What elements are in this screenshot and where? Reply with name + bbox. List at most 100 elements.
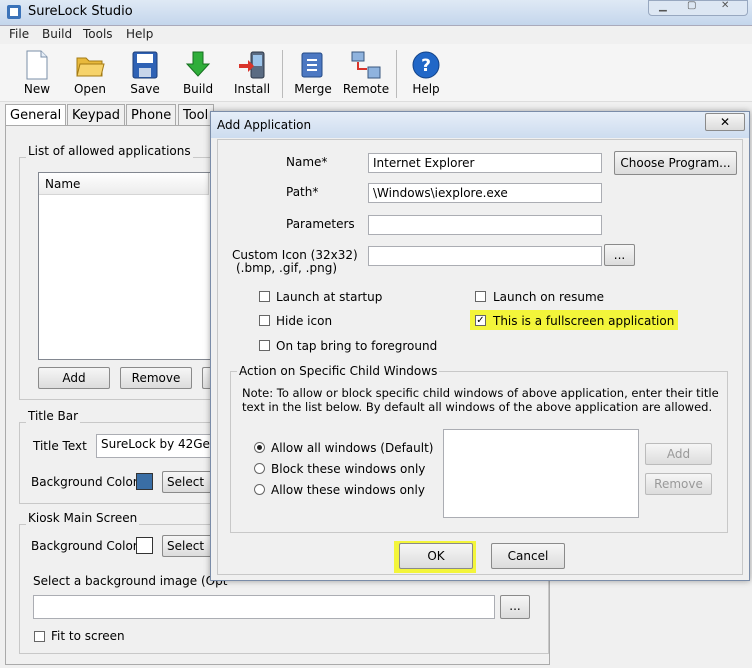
new-file-icon xyxy=(26,50,48,80)
svg-text:?: ? xyxy=(421,56,431,76)
parameters-label: Parameters xyxy=(286,217,355,231)
parameters-input[interactable] xyxy=(368,215,602,235)
save-label: Save xyxy=(130,82,160,96)
title-bg-color-label: Background Color xyxy=(31,475,138,489)
hide-icon-checkbox[interactable] xyxy=(259,315,270,326)
menu-build[interactable]: Build xyxy=(42,27,72,41)
kiosk-label: Kiosk Main Screen xyxy=(26,511,140,525)
kiosk-bg-color-swatch[interactable] xyxy=(136,537,153,554)
build-arrow-icon xyxy=(185,51,211,77)
fullscreen-checkbox[interactable]: ✓ xyxy=(475,315,486,326)
fit-to-screen-checkbox[interactable] xyxy=(34,631,45,642)
build-button[interactable]: Build xyxy=(173,46,223,100)
merge-label: Merge xyxy=(294,82,332,96)
new-label: New xyxy=(23,82,51,96)
launch-on-resume-checkbox[interactable] xyxy=(475,291,486,302)
help-label: Help xyxy=(412,82,440,96)
close-icon[interactable]: ✕ xyxy=(721,0,729,11)
app-logo-icon xyxy=(6,4,22,20)
bg-image-input[interactable] xyxy=(33,595,495,619)
tap-bring-foreground-label: On tap bring to foreground xyxy=(276,339,438,353)
launch-on-resume-label: Launch on resume xyxy=(493,290,605,304)
choose-program-button[interactable]: Choose Program... xyxy=(614,151,737,175)
menu-tools[interactable]: Tools xyxy=(83,27,113,41)
bg-image-browse-button[interactable]: ... xyxy=(500,595,530,619)
path-input[interactable]: \Windows\iexplore.exe xyxy=(368,183,602,203)
hide-icon-label: Hide icon xyxy=(276,314,333,328)
save-disk-icon xyxy=(132,51,158,79)
new-button[interactable]: New xyxy=(12,46,62,100)
install-device-icon xyxy=(239,51,265,79)
tab-keypad[interactable]: Keypad xyxy=(67,104,126,126)
build-label: Build xyxy=(182,82,214,96)
dialog-titlebar: Add Application ✕ xyxy=(211,112,749,138)
allowed-apps-list[interactable]: Name xyxy=(38,172,214,360)
help-button[interactable]: ? Help xyxy=(401,46,451,100)
title-bg-color-swatch[interactable] xyxy=(136,473,153,490)
kiosk-bg-color-label: Background Color xyxy=(31,539,138,553)
open-label: Open xyxy=(73,82,107,96)
tab-general[interactable]: General xyxy=(5,104,67,126)
minimize-icon[interactable]: ▁ xyxy=(659,1,667,12)
add-application-dialog: Add Application ✕ Name* Internet Explore… xyxy=(210,111,750,581)
menu-file[interactable]: File xyxy=(9,27,29,41)
title-text-input[interactable]: SureLock by 42Gear xyxy=(96,434,214,458)
install-label: Install xyxy=(233,82,271,96)
allow-these-label: Allow these windows only xyxy=(271,483,425,497)
window-controls[interactable]: ▁ ▢ ✕ xyxy=(648,0,748,16)
list-header: Name xyxy=(39,173,209,195)
name-label: Name* xyxy=(286,155,328,169)
menu-help[interactable]: Help xyxy=(126,27,153,41)
launch-at-startup-checkbox[interactable] xyxy=(259,291,270,302)
path-label: Path* xyxy=(286,185,319,199)
main-remove-button[interactable]: Remove xyxy=(120,367,192,389)
child-remove-button[interactable]: Remove xyxy=(645,473,712,495)
name-column-header[interactable]: Name xyxy=(45,177,80,191)
dialog-title: Add Application xyxy=(217,118,312,132)
ok-button[interactable]: OK xyxy=(399,543,473,569)
custom-icon-label: Custom Icon (32x32) xyxy=(232,248,358,262)
bg-image-label: Select a background image (Opt xyxy=(33,574,228,588)
allow-all-label: Allow all windows (Default) xyxy=(271,441,434,455)
save-button[interactable]: Save xyxy=(120,46,170,100)
install-button[interactable]: Install xyxy=(227,46,277,100)
custom-icon-input[interactable] xyxy=(368,246,602,266)
name-input[interactable]: Internet Explorer xyxy=(368,153,602,173)
cancel-button[interactable]: Cancel xyxy=(491,543,565,569)
tab-tools[interactable]: Tool xyxy=(178,104,214,126)
kiosk-bg-select-button[interactable]: Select xyxy=(162,535,214,557)
remote-button[interactable]: Remote xyxy=(341,46,391,100)
open-folder-icon xyxy=(76,57,105,77)
toolbar: New Open Save Build Install Merge Remote… xyxy=(0,44,752,102)
open-button[interactable]: Open xyxy=(65,46,115,100)
fullscreen-label: This is a fullscreen application xyxy=(493,314,675,328)
title-bg-select-button[interactable]: Select xyxy=(162,471,214,493)
child-windows-note: Note: To allow or block specific child w… xyxy=(242,386,719,414)
window-title: SureLock Studio xyxy=(28,4,133,19)
block-these-label: Block these windows only xyxy=(271,462,426,476)
remote-label: Remote xyxy=(342,82,390,96)
help-icon: ? xyxy=(412,51,440,79)
block-these-radio[interactable] xyxy=(254,463,265,474)
dialog-body: Name* Internet Explorer Choose Program..… xyxy=(217,139,743,575)
tab-phone[interactable]: Phone xyxy=(126,104,177,126)
allowed-apps-label: List of allowed applications xyxy=(26,144,193,158)
title-text-label: Title Text xyxy=(33,439,87,453)
child-add-button[interactable]: Add xyxy=(645,443,712,465)
dialog-close-button[interactable]: ✕ xyxy=(705,113,745,131)
fit-to-screen-label: Fit to screen xyxy=(51,629,125,643)
main-titlebar: SureLock Studio ▁ ▢ ✕ xyxy=(0,0,752,26)
tap-bring-foreground-checkbox[interactable] xyxy=(259,340,270,351)
maximize-icon[interactable]: ▢ xyxy=(687,0,696,11)
title-bar-label: Title Bar xyxy=(26,409,81,423)
child-windows-list[interactable] xyxy=(443,429,639,518)
allow-these-radio[interactable] xyxy=(254,484,265,495)
main-add-button[interactable]: Add xyxy=(38,367,110,389)
custom-icon-sub-label: (.bmp, .gif, .png) xyxy=(236,261,338,275)
toolbar-separator xyxy=(282,50,283,98)
child-windows-label: Action on Specific Child Windows xyxy=(237,364,440,378)
toolbar-separator xyxy=(396,50,397,98)
custom-icon-browse-button[interactable]: ... xyxy=(604,244,635,266)
merge-button[interactable]: Merge xyxy=(288,46,338,100)
allow-all-radio[interactable] xyxy=(254,442,265,453)
